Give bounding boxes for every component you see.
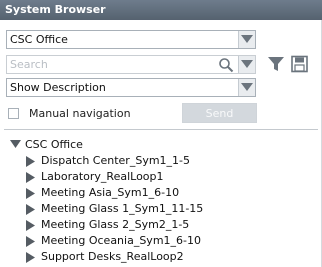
tree-node-label: Meeting Glass 1_Sym1_11-15 — [41, 202, 204, 215]
filter-icon[interactable] — [267, 55, 285, 76]
collapsed-arrow-icon[interactable] — [26, 204, 35, 215]
tree-node-label: Meeting Glass 2_Sym2_1-5 — [41, 218, 190, 231]
view-select-value: CSC Office — [10, 33, 68, 46]
collapsed-arrow-icon[interactable] — [26, 172, 35, 183]
tree-node-label: Laboratory_RealLoop1 — [41, 170, 164, 183]
collapsed-arrow-icon[interactable] — [26, 188, 35, 199]
collapsed-arrow-icon[interactable] — [26, 156, 35, 167]
window-title: System Browser — [0, 0, 322, 20]
search-input[interactable]: Search — [10, 58, 48, 71]
search-icon[interactable] — [218, 57, 234, 76]
view-select-dropdown-button[interactable] — [238, 31, 255, 48]
tree-node-label: Dispatch Center_Sym1_1-5 — [41, 154, 191, 167]
expanded-arrow-icon[interactable] — [10, 140, 21, 149]
collapsed-arrow-icon[interactable] — [26, 220, 35, 231]
chevron-down-icon — [241, 35, 253, 43]
manual-navigation-checkbox[interactable] — [8, 108, 19, 119]
view-select[interactable]: CSC Office — [6, 30, 256, 49]
divider — [4, 129, 318, 130]
save-icon[interactable] — [291, 55, 308, 76]
tree-node-label: Support Desks_RealLoop2 — [41, 250, 184, 263]
tree-node-label: Meeting Asia_Sym1_6-10 — [41, 186, 180, 199]
send-button[interactable]: Send — [182, 103, 257, 123]
manual-navigation-label: Manual navigation — [29, 107, 131, 120]
chevron-down-icon — [241, 83, 253, 91]
description-select-value: Show Description — [10, 81, 106, 94]
search-field[interactable]: Search — [6, 55, 256, 74]
description-select[interactable]: Show Description — [6, 78, 256, 97]
chevron-down-icon — [241, 60, 253, 68]
search-dropdown-button[interactable] — [238, 56, 255, 73]
description-select-dropdown-button[interactable] — [238, 79, 255, 96]
tree-node-label: CSC Office — [25, 138, 83, 151]
collapsed-arrow-icon[interactable] — [26, 252, 35, 263]
tree-node-label: Meeting Oceania_Sym1_6-10 — [41, 234, 201, 247]
collapsed-arrow-icon[interactable] — [26, 236, 35, 247]
